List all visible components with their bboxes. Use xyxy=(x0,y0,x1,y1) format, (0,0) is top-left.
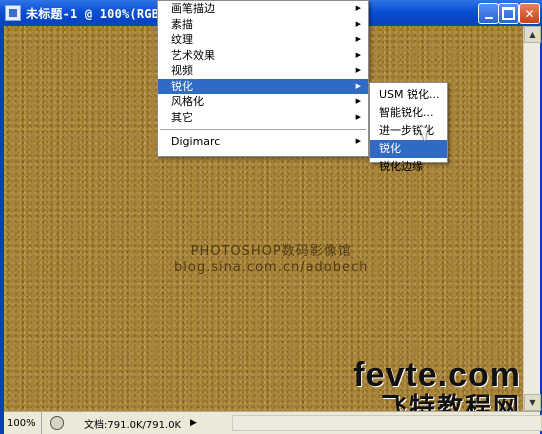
sharpen-submenu: USM 锐化... 智能锐化... 进一步锐化 锐化 锐化边缘 xyxy=(369,82,448,173)
menu-item-texture[interactable]: 纹理 ▶ xyxy=(158,32,368,48)
status-menu-arrow-icon[interactable]: ▶ xyxy=(190,418,197,428)
menu-item-stylize[interactable]: 风格化 ▶ xyxy=(158,94,368,110)
zoom-level[interactable]: 100% xyxy=(4,412,42,434)
submenu-item-smart-sharpen[interactable]: 智能锐化... xyxy=(370,104,447,122)
menu-item-brush-strokes[interactable]: 画笔描边 ▶ xyxy=(158,1,368,17)
watermark-url: blog.sina.com.cn/adobech xyxy=(174,260,369,275)
watermark-title: PHOTOSHOP数码影像馆 xyxy=(190,244,352,259)
horizontal-scrollbar[interactable] xyxy=(232,415,542,431)
document-window: 未标题-1 @ 100%(RGB/ PHOTOSHOP数码影像馆 blog.si… xyxy=(0,0,542,434)
submenu-item-sharpen-more[interactable]: 进一步锐化 xyxy=(370,122,447,140)
scroll-up-arrow-icon[interactable]: ▲ xyxy=(524,26,541,43)
brand-domain: fevte.com xyxy=(353,356,522,394)
submenu-arrow-icon: ▶ xyxy=(355,112,361,121)
menu-item-other[interactable]: 其它 ▶ xyxy=(158,110,368,126)
menu-item-artistic[interactable]: 艺术效果 ▶ xyxy=(158,48,368,64)
menu-item-sharpen[interactable]: 锐化 ▶ xyxy=(158,78,368,94)
menu-separator xyxy=(160,129,366,130)
submenu-arrow-icon: ▶ xyxy=(355,4,361,12)
submenu-arrow-icon: ▶ xyxy=(355,97,361,105)
submenu-arrow-icon: ▶ xyxy=(355,137,361,145)
document-size: 文档:791.0K/791.0K xyxy=(84,419,182,431)
close-button[interactable] xyxy=(519,3,540,24)
filter-menu: 画笔描边 ▶ 素描 ▶ 纹理 ▶ 艺术效果 ▶ 视频 ▶ 锐化 ▶ 风格化 ▶ 其它 ▶ Dig… xyxy=(157,0,369,157)
document-icon xyxy=(5,5,21,21)
vertical-scrollbar[interactable]: ▲ ▼ xyxy=(523,26,541,411)
submenu-arrow-icon: ▶ xyxy=(355,50,361,59)
menu-item-digimarc[interactable]: Digimarc ▶ xyxy=(158,134,368,150)
submenu-arrow-icon: ▶ xyxy=(355,81,361,90)
submenu-item-sharpen[interactable]: 锐化 xyxy=(370,140,447,158)
submenu-item-sharpen-edges[interactable]: 锐化边缘 xyxy=(370,158,447,176)
submenu-arrow-icon: ▶ xyxy=(355,35,361,43)
navigator-icon[interactable] xyxy=(50,416,64,430)
status-bar: 100% 文档:791.0K/791.0K ▶ xyxy=(4,411,542,434)
submenu-item-unsharp-mask[interactable]: USM 锐化... xyxy=(370,86,447,104)
scroll-down-arrow-icon[interactable]: ▼ xyxy=(524,394,541,411)
window-title: 未标题-1 @ 100%(RGB/ xyxy=(26,6,167,21)
submenu-arrow-icon: ▶ xyxy=(355,19,361,28)
minimize-button[interactable] xyxy=(478,3,499,24)
submenu-arrow-icon: ▶ xyxy=(355,66,361,74)
maximize-button[interactable] xyxy=(498,3,519,24)
menu-item-sketch[interactable]: 素描 ▶ xyxy=(158,17,368,33)
watermark: PHOTOSHOP数码影像馆 blog.sina.com.cn/adobech xyxy=(174,244,368,276)
menu-item-video[interactable]: 视频 ▶ xyxy=(158,63,368,79)
